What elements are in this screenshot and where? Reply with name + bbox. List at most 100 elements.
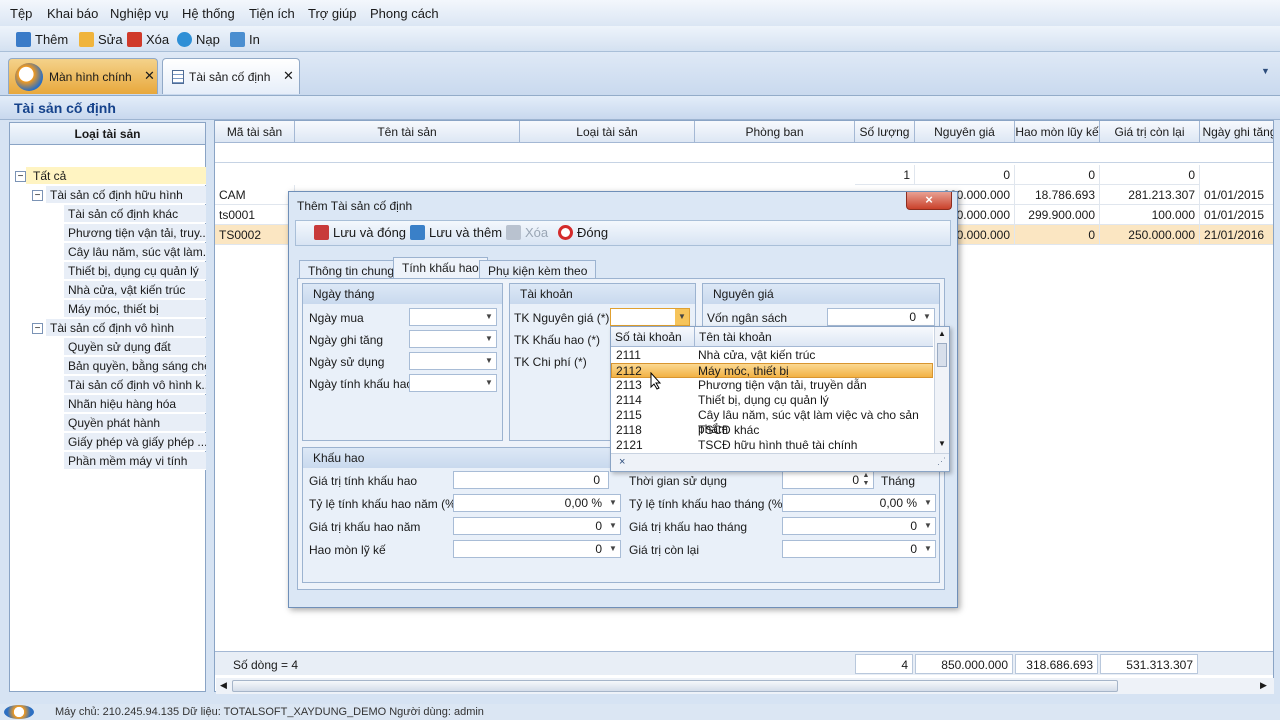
chevron-down-icon[interactable]: ▼ [921, 518, 935, 534]
horizontal-scrollbar[interactable]: ◀ ▶ [216, 678, 1274, 694]
menu-file[interactable]: Tệp [10, 6, 32, 21]
close-icon[interactable]: ✕ [144, 68, 155, 84]
month-value-input[interactable]: 0 ▼ [782, 517, 936, 535]
tab-depreciation[interactable]: Tính khấu hao [393, 257, 488, 278]
filter-row[interactable] [215, 143, 1273, 163]
menu-operations[interactable]: Nghiệp vụ [110, 6, 169, 21]
tab-general[interactable]: Thông tin chung [299, 260, 404, 278]
close-icon[interactable]: ✕ [283, 68, 294, 84]
year-value-input[interactable]: 0 ▼ [453, 517, 621, 535]
scroll-up-icon[interactable]: ▲ [938, 329, 946, 338]
chevron-down-icon[interactable]: ▼ [675, 309, 689, 325]
chevron-down-icon[interactable]: ▼ [921, 495, 935, 511]
tree-node[interactable]: Quyền sử dụng đất [64, 338, 206, 356]
list-item[interactable]: 2111 Nhà cửa, vật kiến trúc [611, 348, 933, 363]
tree-node[interactable]: Máy móc, thiết bị [64, 300, 206, 318]
date-record-input[interactable]: ▼ [409, 330, 497, 348]
column-header[interactable]: Loại tài sản [520, 121, 695, 143]
save-close-button[interactable]: Lưu và đóng [314, 225, 406, 240]
date-buy-input[interactable]: ▼ [409, 308, 497, 326]
chevron-down-icon[interactable]: ▼ [482, 331, 496, 347]
stepper-icon[interactable]: ▲ ▼ [859, 472, 873, 488]
dialog-close-action[interactable]: Đóng [558, 225, 608, 240]
column-header[interactable]: Hao mòn lũy kế [1015, 121, 1100, 143]
list-item[interactable]: 2115 Cây lâu năm, súc vật làm việc và cho… [611, 408, 933, 436]
chevron-down-icon[interactable]: ▼ [482, 309, 496, 325]
tree-node[interactable]: Nhà cửa, vật kiến trúc [64, 281, 206, 299]
delete-button[interactable]: Xóa [127, 30, 169, 48]
add-button[interactable]: Thêm [16, 30, 68, 48]
column-header[interactable]: Phòng ban [695, 121, 855, 143]
column-header[interactable]: Ngày ghi tăng [1200, 121, 1273, 143]
column-header[interactable]: Tên tài sản [295, 121, 520, 143]
dialog-delete-button[interactable]: Xóa [506, 225, 548, 240]
main-toolbar: Thêm Sửa Xóa Nạp In [0, 26, 1280, 52]
resize-grip-icon[interactable]: ⋰ [937, 456, 946, 467]
remain-input[interactable]: 0 ▼ [782, 540, 936, 558]
reload-icon [177, 31, 192, 47]
chevron-down-icon[interactable]: ▼ [920, 309, 934, 325]
collapse-icon[interactable]: − [32, 190, 43, 201]
print-button[interactable]: In [230, 30, 260, 48]
chevron-down-icon[interactable]: ▼ [482, 375, 496, 391]
column-header[interactable]: Mã tài sản [215, 121, 295, 143]
tree-node[interactable]: Bản quyền, bằng sáng chế [64, 357, 206, 375]
tab-main-screen[interactable]: Màn hình chính ✕ [8, 58, 158, 94]
chevron-down-icon[interactable]: ▼ [1261, 66, 1270, 76]
tree-node[interactable]: Thiết bị, dụng cụ quản lý [64, 262, 206, 280]
date-use-input[interactable]: ▼ [409, 352, 497, 370]
menu-tools[interactable]: Tiện ích [249, 6, 295, 21]
vertical-scrollbar[interactable]: ▲ ▼ [934, 327, 949, 453]
budget-input[interactable]: 0 ▼ [827, 308, 935, 326]
chevron-down-icon[interactable]: ▼ [921, 541, 935, 557]
scroll-down-icon[interactable]: ▼ [938, 439, 946, 448]
chevron-down-icon[interactable]: ▼ [606, 495, 620, 511]
column-header[interactable]: Nguyên giá [915, 121, 1015, 143]
list-item[interactable]: 2114 Thiết bị, dụng cụ quản lý [611, 393, 933, 408]
chevron-down-icon[interactable]: ▼ [606, 518, 620, 534]
chevron-down-icon[interactable]: ▼ [606, 541, 620, 557]
tree-node[interactable]: Quyền phát hành [64, 414, 206, 432]
scroll-thumb[interactable] [937, 343, 947, 367]
dep-value-input[interactable]: 0 [453, 471, 609, 489]
period-stepper[interactable]: 0 ▲ ▼ [782, 471, 874, 489]
accum-input[interactable]: 0 ▼ [453, 540, 621, 558]
chevron-down-icon[interactable]: ▼ [482, 353, 496, 369]
save-add-button[interactable]: Lưu và thêm [410, 225, 502, 240]
menu-help[interactable]: Trợ giúp [308, 6, 357, 21]
list-item[interactable]: 2121 TSCĐ hữu hình thuê tài chính [611, 438, 933, 453]
scroll-thumb[interactable] [232, 680, 1118, 692]
tree-node[interactable]: Nhãn hiệu hàng hóa [64, 395, 206, 413]
collapse-icon[interactable]: − [32, 323, 43, 334]
scroll-right-icon[interactable]: ▶ [1260, 680, 1267, 691]
column-header[interactable]: Số lượng [855, 121, 915, 143]
scroll-left-icon[interactable]: ◀ [220, 680, 227, 691]
tree-node-intangible[interactable]: Tài sản cố định vô hình [46, 319, 206, 337]
rate-month-input[interactable]: 0,00 % ▼ [782, 494, 936, 512]
edit-button[interactable]: Sửa [79, 30, 123, 48]
tree-node[interactable]: Giấy phép và giấy phép ... [64, 433, 206, 451]
cost-account-input[interactable]: ▼ [610, 308, 690, 326]
tree-node[interactable]: Cây lâu năm, súc vật làm... [64, 243, 206, 261]
tree-node[interactable]: Phần mềm máy vi tính [64, 452, 206, 470]
list-item[interactable]: 2118 TSCĐ khác [611, 423, 933, 438]
tab-fixed-assets[interactable]: Tài sản cố định ✕ [162, 58, 300, 94]
date-dep-input[interactable]: ▼ [409, 374, 497, 392]
tree-node[interactable]: Phương tiện vận tải, truy... [64, 224, 206, 242]
column-header[interactable]: Số tài khoản [611, 327, 695, 347]
menu-style[interactable]: Phong cách [370, 6, 439, 21]
reload-button[interactable]: Nạp [177, 30, 220, 48]
column-header[interactable]: Giá trị còn lại [1100, 121, 1200, 143]
tree-node[interactable]: Tài sản cố định vô hình k... [64, 376, 206, 394]
tab-accessories[interactable]: Phụ kiện kèm theo [479, 260, 597, 278]
column-header[interactable]: Tên tài khoản [695, 327, 933, 347]
rate-year-input[interactable]: 0,00 % ▼ [453, 494, 621, 512]
collapse-icon[interactable]: − [15, 171, 26, 182]
dialog-close-button[interactable]: × [906, 192, 952, 210]
tree-node[interactable]: Tài sản cố định khác [64, 205, 206, 223]
tree-node-tangible[interactable]: Tài sản cố định hữu hình [46, 186, 206, 204]
menu-system[interactable]: Hệ thống [182, 6, 235, 21]
menu-declare[interactable]: Khai báo [47, 6, 98, 21]
clear-icon[interactable]: × [619, 456, 625, 468]
tree-node-all[interactable]: Tất cả [26, 167, 206, 185]
